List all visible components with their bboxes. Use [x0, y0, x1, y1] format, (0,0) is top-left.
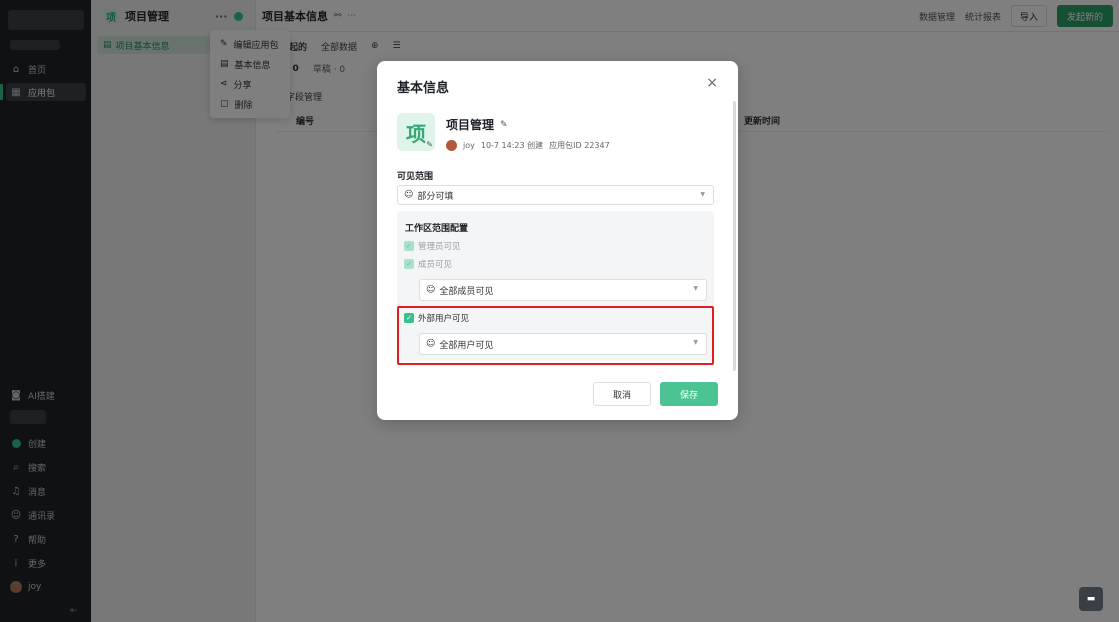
highlight-box — [397, 306, 714, 365]
avatar — [446, 140, 457, 151]
chevron-down-icon: ▼ — [693, 285, 698, 292]
close-icon[interactable]: × — [706, 75, 718, 91]
check-icon: ✓ — [404, 259, 414, 269]
creator-name: joy — [463, 141, 475, 150]
member-visible-checkbox[interactable]: ✓ 成员可见 — [404, 258, 452, 270]
rename-icon[interactable]: ✎ — [500, 120, 508, 130]
chevron-down-icon: ▼ — [700, 191, 705, 198]
check-icon: ✓ — [404, 241, 414, 251]
app-icon[interactable]: 项 ✎ — [397, 113, 435, 151]
workspace-config-title: 工作区范围配置 — [405, 224, 469, 234]
edit-icon[interactable]: ✎ — [426, 140, 433, 149]
chat-icon[interactable]: ▬ — [1079, 587, 1103, 611]
app-meta: joy 10-7 14:23 创建 应用包ID 22347 — [446, 140, 610, 151]
dialog-title: 基本信息 — [397, 81, 450, 96]
member-scope-select[interactable]: ☺ 全部成员可见 ▼ — [419, 279, 707, 301]
created-time: 10-7 14:23 创建 — [480, 141, 544, 150]
dialog-scrollbar[interactable] — [733, 101, 736, 371]
app-name: 项目管理 — [446, 118, 495, 132]
visibility-select[interactable]: ☺ 部分可填 ▼ — [397, 185, 714, 205]
visibility-label: 可见范围 — [397, 172, 434, 182]
save-button[interactable]: 保存 — [660, 382, 718, 406]
app-id: 应用包ID 22347 — [549, 141, 610, 150]
basic-info-dialog: 基本信息 × 项 ✎ 项目管理 ✎ joy 10-7 14:23 创建 应用包I… — [377, 61, 738, 420]
users-icon: ☺ — [426, 285, 436, 295]
users-icon: ☺ — [404, 190, 414, 200]
cancel-button[interactable]: 取消 — [593, 382, 651, 406]
admin-visible-checkbox[interactable]: ✓ 管理员可见 — [404, 240, 461, 252]
